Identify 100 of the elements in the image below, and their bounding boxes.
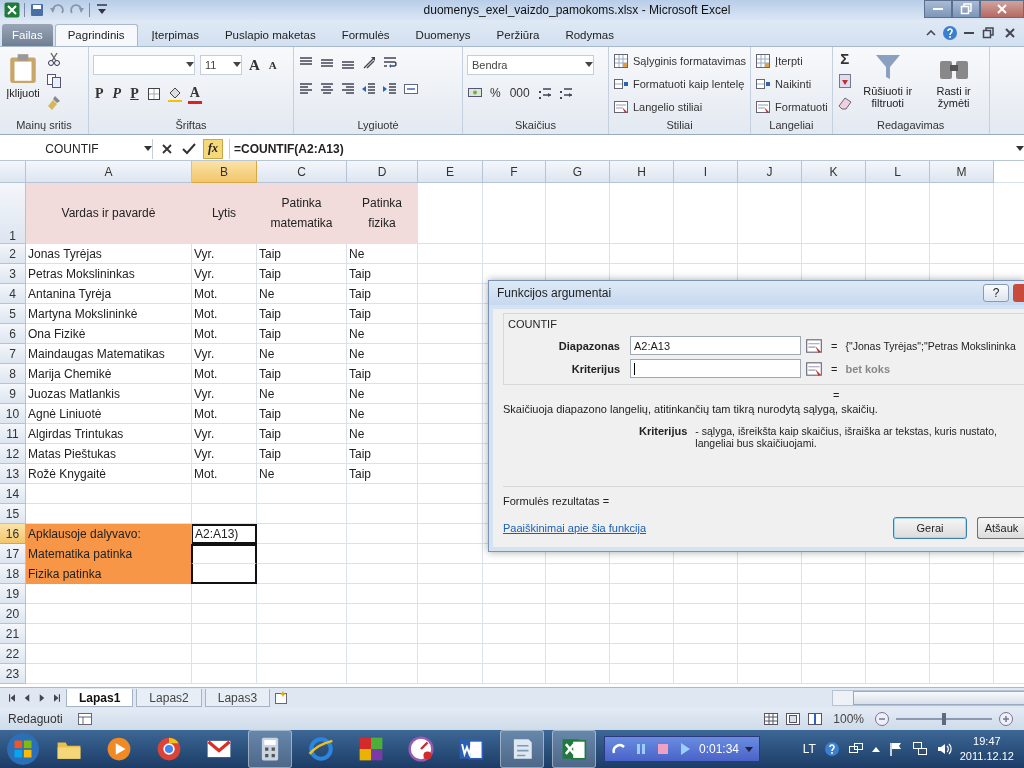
decrease-indent-icon[interactable]	[361, 80, 377, 97]
align-right-icon[interactable]	[340, 80, 356, 97]
ribbon-command[interactable]: Rūšiuoti ir filtruoti	[856, 48, 919, 111]
brush-icon[interactable]	[46, 94, 62, 111]
ribbon-command[interactable]: Formatuoti kaip lentelę	[613, 73, 747, 94]
percent-button[interactable]: %	[488, 84, 503, 101]
close-button[interactable]	[980, 0, 1024, 18]
row-header[interactable]: 22	[0, 644, 26, 665]
row-header[interactable]: 20	[0, 604, 26, 625]
row-header[interactable]: 19	[0, 584, 26, 605]
argument-field[interactable]	[630, 359, 801, 378]
column-header[interactable]: J	[738, 161, 802, 184]
copy-icon[interactable]	[46, 72, 62, 89]
ribbon-tab[interactable]: Pagrindinis	[54, 23, 138, 46]
sheet-tab[interactable]: Lapas3	[204, 689, 271, 708]
sheet-tab[interactable]: Lapas1	[66, 689, 134, 708]
spreadsheet-icon[interactable]	[561, 736, 587, 762]
row-header[interactable]: 12	[0, 444, 26, 465]
row-header[interactable]: 13	[0, 464, 26, 485]
minimize-icon[interactable]	[964, 30, 974, 35]
ribbon-command[interactable]: Langelio stiliai	[613, 96, 747, 117]
normal-view-icon[interactable]	[763, 711, 780, 728]
network-icon[interactable]	[911, 741, 928, 757]
sheet-tab[interactable]: Lapas2	[136, 689, 202, 708]
restore-icon[interactable]	[980, 24, 996, 41]
row-header[interactable]: 16	[0, 524, 26, 545]
save-icon[interactable]	[29, 1, 45, 18]
ribbon-tab[interactable]: Rodymas	[553, 23, 626, 46]
zoom-out-icon[interactable]	[874, 711, 890, 728]
column-header[interactable]: A	[26, 161, 192, 184]
help-link[interactable]: Paaiškinimai apie šia funkcija	[503, 522, 647, 534]
minimize-button[interactable]	[924, 0, 952, 18]
column-header[interactable]: F	[483, 161, 546, 184]
row-header[interactable]: 5	[0, 304, 26, 325]
column-header[interactable]: D	[347, 161, 418, 184]
row-header[interactable]: 1	[0, 183, 26, 245]
italic-button[interactable]: P	[110, 86, 124, 103]
number-format-field[interactable]: Bendra	[467, 54, 594, 75]
border-icon[interactable]	[145, 86, 162, 103]
page-break-icon[interactable]	[807, 711, 824, 728]
row-header[interactable]: 18	[0, 564, 26, 585]
ribbon-command[interactable]: Sąlyginis formatavimas	[613, 50, 747, 71]
row-header[interactable]: 23	[0, 664, 26, 685]
column-header[interactable]: I	[674, 161, 738, 184]
ribbon-command[interactable]: Formatuoti	[755, 96, 828, 117]
scissors-icon[interactable]	[46, 50, 62, 67]
ribbon-command[interactable]: Naikinti	[755, 73, 828, 94]
thousands-button[interactable]: 000	[507, 84, 532, 101]
play-icon[interactable]	[106, 736, 132, 762]
font-name-field[interactable]	[93, 54, 195, 75]
font-color-button[interactable]: A	[187, 84, 202, 104]
ribbon-tab[interactable]: Peržiūra	[484, 23, 552, 46]
grow-font-button[interactable]: A	[247, 56, 262, 73]
align-center-icon[interactable]	[319, 80, 335, 97]
column-header[interactable]: B	[192, 161, 257, 184]
row-header[interactable]: 11	[0, 424, 26, 445]
browser-icon[interactable]	[156, 736, 182, 762]
dialog-button[interactable]: Gerai	[893, 517, 967, 539]
document-icon[interactable]	[458, 736, 484, 762]
insert-function-button[interactable]: fx	[203, 138, 223, 159]
collapse-ribbon-icon[interactable]	[926, 29, 936, 36]
help-icon[interactable]	[823, 741, 840, 757]
flag-icon[interactable]	[887, 741, 904, 757]
row-header[interactable]: 3	[0, 264, 26, 285]
help-button[interactable]: ?	[983, 284, 1009, 302]
row-header[interactable]: 17	[0, 544, 26, 565]
shrink-font-button[interactable]: A	[266, 56, 279, 73]
formula-field[interactable]: =COUNTIF(A2:A13)	[229, 138, 1024, 159]
first-sheet-icon[interactable]	[6, 692, 18, 705]
ribbon-tab[interactable]: Įterpimas	[139, 23, 211, 46]
column-header[interactable]: K	[802, 161, 866, 184]
help-icon[interactable]	[942, 24, 958, 41]
fill-icon[interactable]	[836, 72, 853, 89]
app-logo-icon[interactable]	[4, 1, 20, 18]
column-header[interactable]: L	[866, 161, 930, 184]
zoom-in-icon[interactable]	[998, 711, 1014, 728]
collapse-dialog-icon[interactable]	[805, 336, 823, 355]
underline-button[interactable]: P	[128, 86, 141, 103]
paste-button[interactable]: Įklijuoti	[4, 48, 42, 101]
ribbon-command[interactable]: Įterpti	[755, 50, 828, 71]
fill-color-icon[interactable]	[166, 86, 183, 103]
language-indicator[interactable]: LT	[802, 742, 816, 756]
row-header[interactable]: 14	[0, 484, 26, 505]
column-header[interactable]: E	[418, 161, 483, 184]
caret-icon[interactable]	[745, 746, 754, 752]
argument-field[interactable]: A2:A13	[630, 336, 801, 355]
align-left-icon[interactable]	[298, 80, 314, 97]
show-hidden-icon[interactable]	[871, 746, 880, 752]
macro-icon[interactable]	[76, 711, 93, 728]
restore-button[interactable]	[952, 0, 980, 18]
zoom-level[interactable]: 100%	[833, 712, 864, 727]
clock[interactable]: 19:47 2011.12.12	[959, 734, 1018, 764]
row-header[interactable]: 21	[0, 624, 26, 645]
row-header[interactable]: 10	[0, 404, 26, 425]
row-header[interactable]: 15	[0, 504, 26, 525]
bold-button[interactable]: P	[93, 86, 106, 103]
ribbon-tab[interactable]: Duomenys	[403, 23, 483, 46]
name-box[interactable]: COUNTIF	[0, 138, 153, 159]
row-header[interactable]: 9	[0, 384, 26, 405]
column-header[interactable]: G	[546, 161, 610, 184]
